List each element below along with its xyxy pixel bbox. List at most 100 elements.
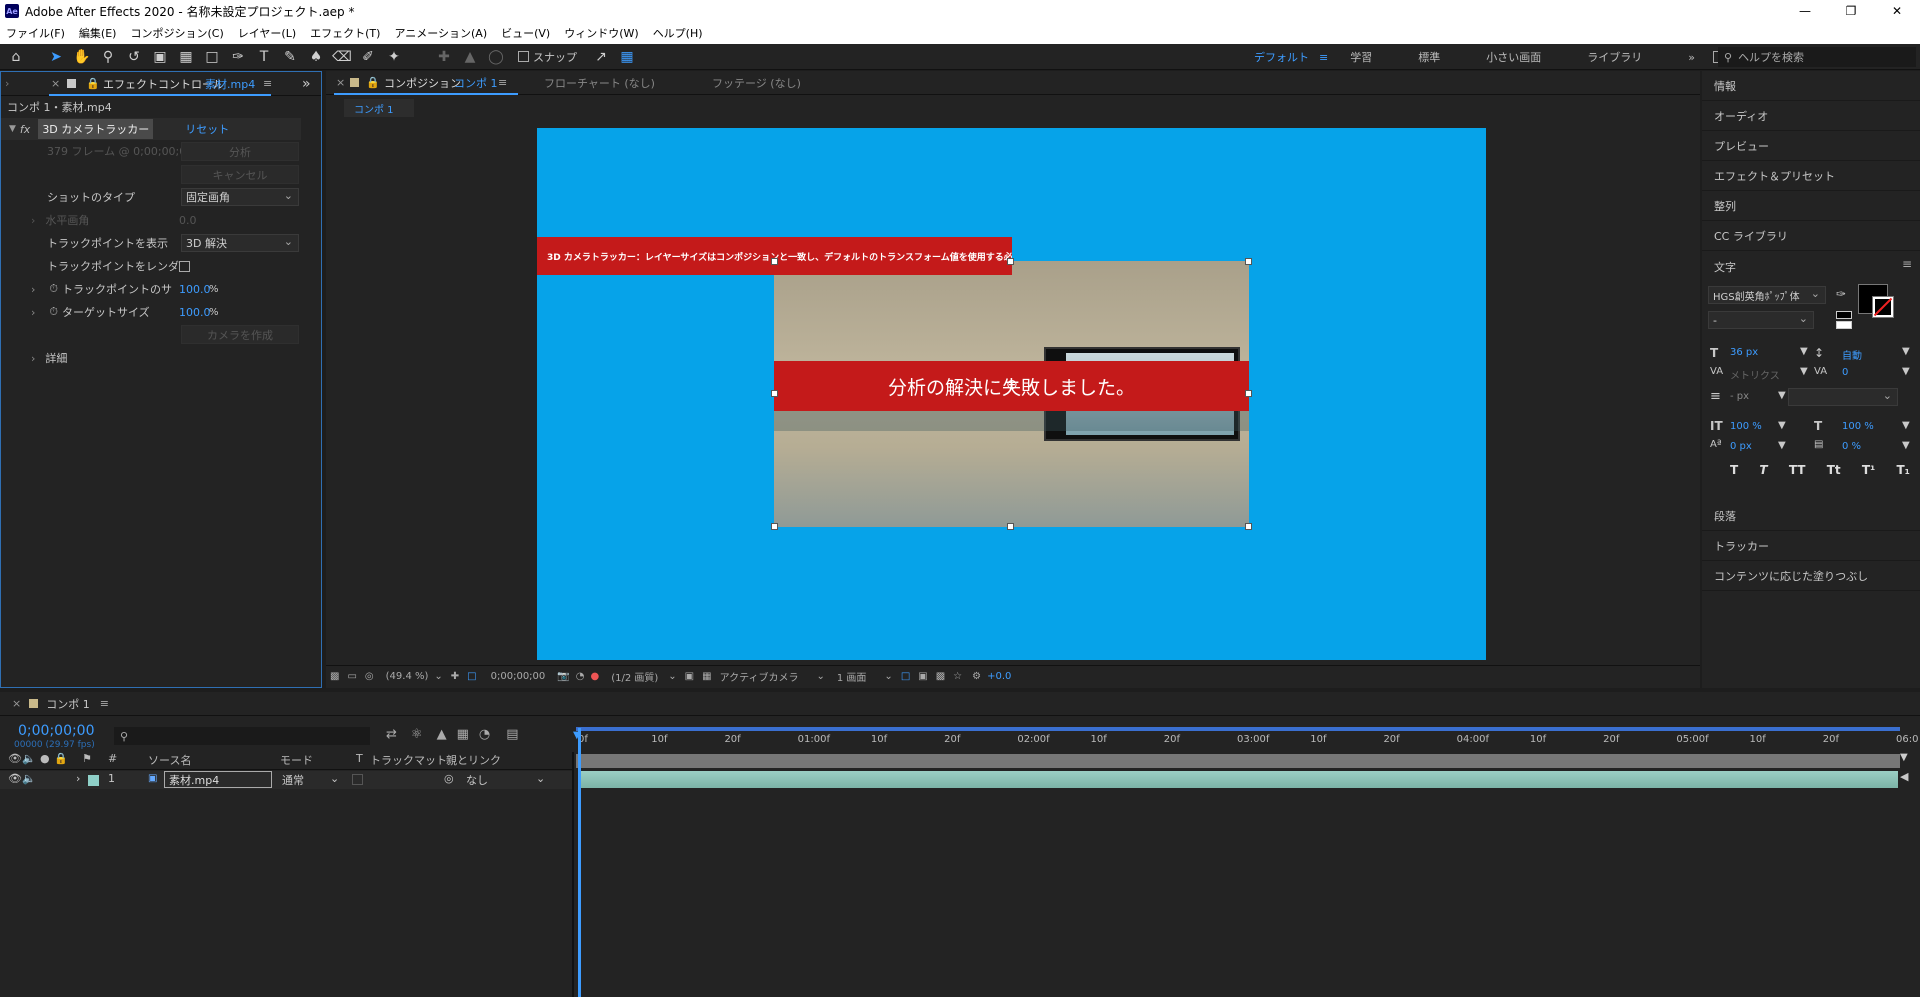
render-track-points-checkbox[interactable] [179, 260, 190, 272]
reset-exposure-icon[interactable]: ⚙ [972, 671, 981, 682]
playhead-handle-icon[interactable]: ▼ [573, 730, 581, 741]
layer-handle-tc[interactable] [1007, 258, 1014, 265]
transparency-grid-icon[interactable]: □ [467, 671, 476, 682]
layer-handle-tl[interactable] [771, 258, 778, 265]
end-marker-icon[interactable]: ▼ [1900, 752, 1908, 763]
world-axis-icon[interactable]: ▲ [460, 47, 480, 67]
composition-tab-name[interactable]: コンポ 1 [454, 75, 498, 91]
parent-dropdown[interactable]: なし [466, 772, 488, 788]
panel-info[interactable]: 情報 [1702, 71, 1920, 101]
shy-layers-icon[interactable]: ▲ [437, 727, 447, 742]
work-area-strip[interactable] [576, 754, 1900, 768]
menu-window[interactable]: ウィンドウ(W) [564, 25, 638, 41]
video-visibility-icon[interactable]: 👁 [8, 772, 22, 785]
current-time-display[interactable]: 0;00;00;00 [491, 671, 546, 682]
rotate-tool-icon[interactable]: ↺ [124, 47, 144, 67]
menu-effect[interactable]: エフェクト(T) [310, 25, 380, 41]
chevron-down-icon[interactable]: ⌄ [330, 772, 339, 785]
font-style-dropdown[interactable]: - [1708, 311, 1814, 329]
track-point-size-value[interactable]: 100.0 [179, 283, 211, 296]
layer-mode-dropdown[interactable]: 通常 [282, 772, 304, 788]
workspace-small-screen[interactable]: 小さい画面 [1486, 49, 1541, 65]
chevron-down-icon[interactable]: ⌄ [816, 671, 824, 682]
col-mode[interactable]: モード [280, 752, 313, 768]
graph-editor-icon[interactable]: ▤ [506, 727, 518, 742]
comp-breadcrumb-tab[interactable]: コンポ 1 [344, 99, 414, 117]
chevron-down-icon[interactable]: ▼ [1778, 440, 1786, 451]
target-size-value[interactable]: 100.0 [179, 306, 211, 319]
region-of-interest-icon[interactable]: ▣ [685, 671, 694, 682]
menu-view[interactable]: ビュー(V) [501, 25, 550, 41]
monitor-icon[interactable]: ▭ [347, 671, 356, 682]
workspace-menu-icon[interactable]: ≡ [1319, 51, 1328, 64]
puppet-pin-tool-icon[interactable]: ✦ [384, 47, 404, 67]
camera-tool-icon[interactable]: ▣ [150, 47, 170, 67]
layer-row[interactable]: 👁 🔈 › 1 ▣ 素材.mp4 通常 ⌄ ◎ なし ⌄ [0, 771, 572, 789]
timeline-tab-label[interactable]: コンポ 1 [46, 696, 90, 712]
layer-label-color[interactable] [88, 775, 99, 786]
column-divider[interactable] [572, 752, 574, 997]
zoom-dropdown[interactable]: (49.4 %) [386, 671, 429, 682]
video-visibility-icon[interactable]: 👁 [8, 752, 22, 765]
flowchart-icon[interactable]: ☆ [953, 671, 962, 682]
composition-mini-flowchart-icon[interactable]: ⇄ [386, 727, 397, 742]
chevron-down-icon[interactable]: ▼ [1902, 420, 1910, 431]
layer-name[interactable]: 素材.mp4 [164, 771, 272, 788]
horizontal-scale-value[interactable]: 100 % [1842, 421, 1874, 432]
clone-stamp-tool-icon[interactable]: ♠ [306, 47, 326, 67]
effect-name[interactable]: 3D カメラトラッカー [38, 119, 154, 139]
panel-preview[interactable]: プレビュー [1702, 131, 1920, 161]
snap-checkbox[interactable] [518, 51, 529, 62]
home-icon[interactable]: ⌂ [6, 47, 26, 67]
layer-handle-tr[interactable] [1245, 258, 1252, 265]
close-tab-icon[interactable]: × [12, 697, 21, 710]
view-layout-dropdown[interactable]: 1 画面 [837, 669, 867, 684]
panel-tracker[interactable]: トラッカー [1702, 531, 1920, 561]
exposure-value[interactable]: +0.0 [987, 671, 1011, 682]
kerning-value[interactable]: メトリクス [1730, 367, 1780, 382]
eraser-tool-icon[interactable]: ⌫ [332, 47, 352, 67]
menu-animation[interactable]: アニメーション(A) [394, 25, 487, 41]
panel-align[interactable]: 整列 [1702, 191, 1920, 221]
pixel-aspect-icon[interactable]: □ [901, 671, 910, 682]
workspace-overflow-icon[interactable]: » [1688, 51, 1695, 64]
footage-tab[interactable]: フッテージ (なし) [712, 75, 801, 91]
anchor-point-icon[interactable]: ⊕ [1006, 377, 1018, 393]
draft-3d-icon[interactable]: ⚛ [411, 727, 423, 742]
help-search[interactable]: ⚲ ヘルプを検索 [1718, 47, 1916, 67]
show-track-points-dropdown[interactable]: 3D 解決 [181, 234, 299, 252]
chevron-down-icon[interactable]: ⌄ [536, 772, 545, 785]
chevron-down-icon[interactable]: ▼ [1800, 366, 1808, 377]
lock-icon[interactable]: 🔒 [366, 76, 380, 89]
all-caps-button[interactable]: TT [1789, 463, 1806, 477]
lock-icon[interactable]: 🔒 [86, 77, 100, 90]
faux-bold-button[interactable]: T [1730, 463, 1738, 477]
expand-panels-icon[interactable]: » [302, 76, 311, 92]
analyze-button[interactable]: 分析 [181, 142, 299, 161]
toggle-transparency-icon[interactable]: ▦ [702, 671, 711, 682]
pan-behind-tool-icon[interactable]: ▦ [176, 47, 196, 67]
chevron-down-icon[interactable]: ▼ [1902, 366, 1910, 377]
chevron-down-icon[interactable]: ⌄ [668, 671, 676, 682]
menu-layer[interactable]: レイヤー(L) [238, 25, 296, 41]
workspace-learn[interactable]: 学習 [1350, 49, 1372, 65]
close-tab-icon[interactable]: × [51, 77, 60, 90]
maximize-icon[interactable]: ❐ [1828, 0, 1874, 22]
panel-overflow-icon[interactable]: › [5, 77, 9, 90]
mask-visibility-icon[interactable]: ◎ [365, 671, 374, 682]
pickwhip-icon[interactable]: ◎ [444, 772, 454, 785]
panel-effects-presets[interactable]: エフェクト＆プリセット [1702, 161, 1920, 191]
stroke-style-dropdown[interactable] [1788, 388, 1898, 406]
type-tool-icon[interactable]: T [254, 47, 274, 67]
tracking-value[interactable]: 0 [1842, 367, 1848, 378]
expand-target-size-icon[interactable]: › [31, 306, 35, 319]
camera-view-dropdown[interactable]: アクティブカメラ [720, 669, 799, 684]
lock-icon[interactable]: 🔒 [54, 752, 68, 765]
baseline-shift-value[interactable]: 0 px [1730, 441, 1752, 452]
help-search-input[interactable]: ヘルプを検索 [1738, 49, 1804, 65]
col-track-matte[interactable]: トラックマット [370, 752, 447, 768]
panel-audio[interactable]: オーディオ [1702, 101, 1920, 131]
horizontal-angle-value[interactable]: 0.0 [179, 214, 197, 227]
menu-help[interactable]: ヘルプ(H) [653, 25, 703, 41]
layer-handle-mr[interactable] [1245, 390, 1252, 397]
